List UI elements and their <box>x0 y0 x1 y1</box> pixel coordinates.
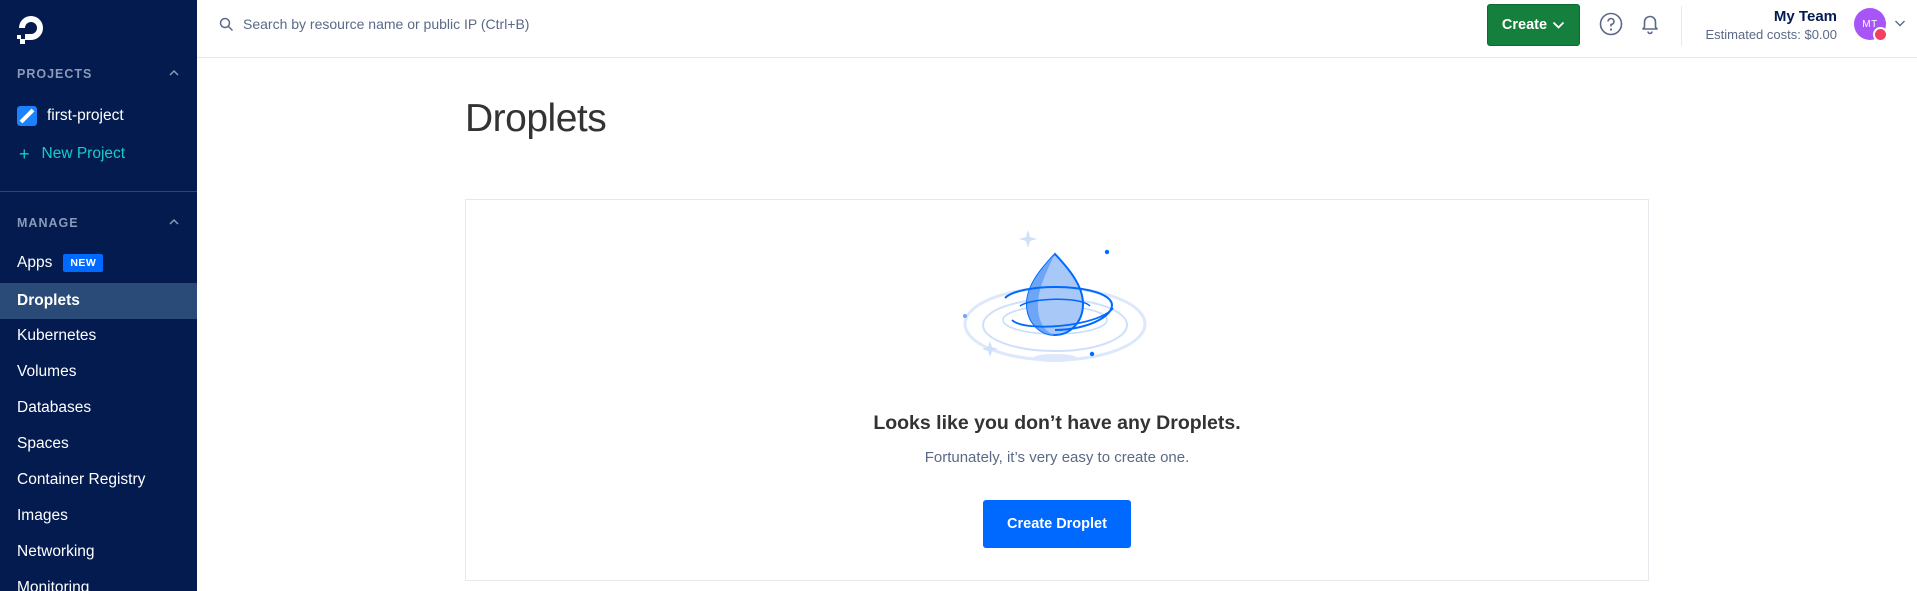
droplet-illustration-icon <box>963 230 1147 362</box>
help-icon[interactable] <box>1599 12 1623 36</box>
plus-icon: + <box>19 143 30 164</box>
team-info[interactable]: My Team Estimated costs: $0.00 <box>1687 8 1837 42</box>
sidebar-item-container-registry[interactable]: Container Registry <box>0 462 197 498</box>
chevron-down-icon[interactable] <box>1894 18 1906 28</box>
sidebar-item-kubernetes[interactable]: Kubernetes <box>0 318 197 354</box>
sidebar-item-spaces[interactable]: Spaces <box>0 426 197 462</box>
chevron-up-icon[interactable] <box>168 216 180 228</box>
empty-state-card: Looks like you don’t have any Droplets. … <box>465 199 1649 581</box>
create-menu-button[interactable]: Create <box>1487 4 1580 46</box>
sidebar-divider <box>0 191 197 192</box>
sidebar-item-monitoring[interactable]: Monitoring <box>0 570 197 591</box>
projects-heading[interactable]: PROJECTS <box>17 67 180 83</box>
search-placeholder: Search by resource name or public IP (Ct… <box>243 16 530 32</box>
bell-icon[interactable] <box>1638 12 1662 36</box>
sidebar-item-images[interactable]: Images <box>0 498 197 534</box>
chevron-up-icon[interactable] <box>168 67 180 79</box>
chevron-down-icon <box>1552 21 1565 29</box>
topbar-separator <box>1681 6 1682 46</box>
estimated-costs: Estimated costs: $0.00 <box>1705 27 1837 42</box>
manage-heading[interactable]: MANAGE <box>17 216 180 232</box>
sidebar-item-droplets[interactable]: Droplets <box>0 283 197 319</box>
new-badge: NEW <box>63 254 104 272</box>
project-item-first-project[interactable]: first-project <box>17 104 124 128</box>
new-project-link[interactable]: + New Project <box>17 142 125 166</box>
sidebar-item-databases[interactable]: Databases <box>0 390 197 426</box>
sidebar: PROJECTS first-project + New Project MAN… <box>0 0 197 591</box>
sidebar-item-volumes[interactable]: Volumes <box>0 354 197 390</box>
project-icon <box>17 106 37 126</box>
status-dot <box>1873 27 1888 42</box>
create-droplet-button[interactable]: Create Droplet <box>983 500 1131 548</box>
page-title: Droplets <box>465 97 607 140</box>
empty-state-subtitle: Fortunately, it’s very easy to create on… <box>924 449 1190 466</box>
digitalocean-logo-icon[interactable] <box>14 12 48 46</box>
empty-state-title: Looks like you don’t have any Droplets. <box>873 412 1241 434</box>
team-name: My Team <box>1773 8 1837 25</box>
top-bar: Search by resource name or public IP (Ct… <box>197 0 1917 58</box>
sidebar-item-networking[interactable]: Networking <box>0 534 197 570</box>
search-input[interactable]: Search by resource name or public IP (Ct… <box>219 14 529 34</box>
sidebar-item-apps[interactable]: Apps NEW <box>0 245 197 281</box>
search-icon <box>219 17 234 31</box>
